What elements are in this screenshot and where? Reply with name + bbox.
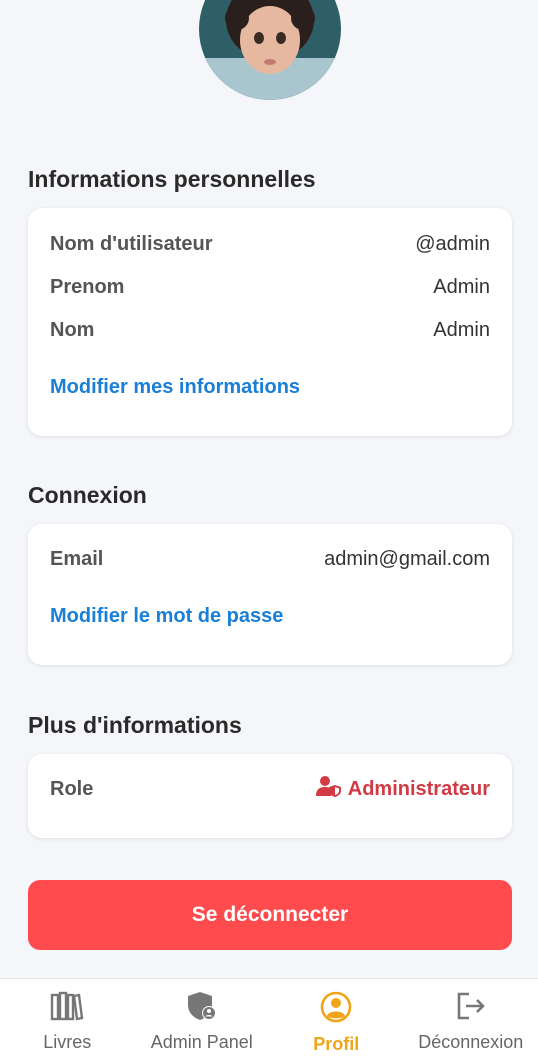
nav-label-deconnexion: Déconnexion	[418, 1032, 524, 1052]
change-password-link[interactable]: Modifier le mot de passe	[50, 605, 283, 628]
firstname-value: Admin	[433, 275, 490, 298]
profile-icon	[320, 991, 352, 1028]
username-label: Nom d'utilisateur	[50, 232, 213, 255]
section-title-personal: Informations personnelles	[28, 166, 316, 192]
logout-button[interactable]: Se déconnecter	[28, 880, 512, 950]
info-row-email: Email admin@gmail.com	[50, 544, 490, 574]
user-shield-icon	[315, 775, 342, 803]
info-row-username: Nom d'utilisateur @admin	[50, 229, 490, 259]
section-title-more: Plus d'informations	[28, 712, 242, 738]
firstname-label: Prenom	[50, 275, 125, 298]
logout-icon	[455, 991, 487, 1026]
info-row-firstname: Prenom Admin	[50, 272, 490, 302]
nav-label-livres: Livres	[43, 1032, 92, 1052]
personal-info-card: Nom d'utilisateur @admin Prenom Admin No…	[28, 208, 512, 436]
lastname-value: Admin	[433, 318, 490, 341]
books-icon	[50, 991, 84, 1026]
info-row-role: Role Administrateur	[50, 774, 490, 804]
nav-item-livres[interactable]: Livres	[0, 979, 135, 1062]
username-value: @admin	[415, 232, 490, 255]
nav-label-admin-panel: Admin Panel	[150, 1032, 253, 1052]
role-value-text: Administrateur	[347, 777, 490, 800]
profile-page: Informations personnelles Nom d'utilisat…	[0, 0, 538, 1062]
nav-label-profil: Profil	[313, 1034, 360, 1054]
role-value: Administrateur	[315, 775, 490, 803]
nav-item-admin-panel[interactable]: Admin Panel	[135, 979, 270, 1062]
more-info-card: Role Administrateur	[28, 754, 512, 838]
info-row-lastname: Nom Admin	[50, 315, 490, 345]
profile-avatar	[199, 0, 341, 100]
lastname-label: Nom	[50, 318, 95, 341]
edit-info-link[interactable]: Modifier mes informations	[50, 376, 300, 399]
nav-item-profil[interactable]: Profil	[269, 979, 404, 1062]
nav-item-deconnexion[interactable]: Déconnexion	[404, 979, 538, 1062]
section-title-connexion: Connexion	[28, 482, 147, 508]
email-value: admin@gmail.com	[324, 547, 490, 570]
role-label: Role	[50, 777, 94, 800]
bottom-navigation: Livres Admin Panel Profil Déconnexion	[0, 978, 538, 1062]
email-label: Email	[50, 547, 104, 570]
shield-user-icon	[187, 991, 217, 1026]
connexion-card: Email admin@gmail.com Modifier le mot de…	[28, 524, 512, 665]
